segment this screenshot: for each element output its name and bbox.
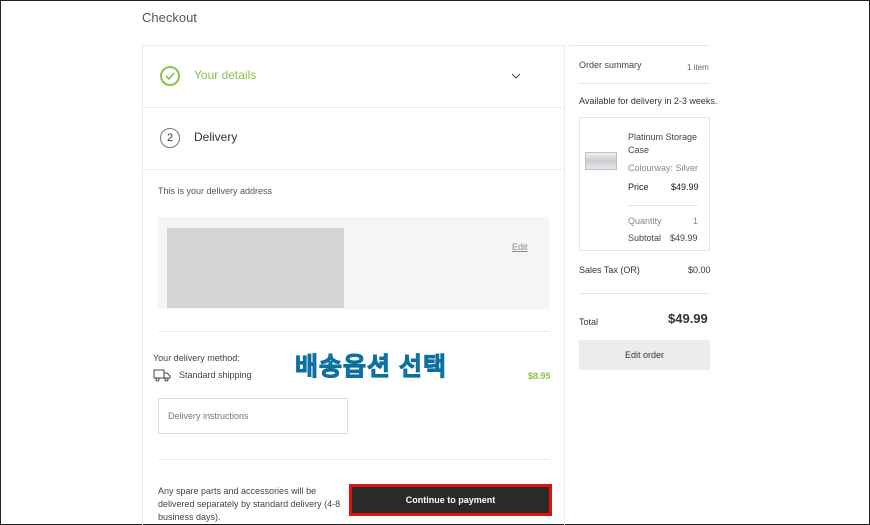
check-icon <box>160 66 180 86</box>
product-image <box>585 152 617 170</box>
item-count: 1 item <box>687 63 709 72</box>
truck-icon <box>153 368 171 382</box>
delivery-method-name: Standard shipping <box>179 370 252 380</box>
divider <box>579 83 710 84</box>
divider <box>579 293 710 294</box>
edit-address-link[interactable]: Edit <box>512 242 528 252</box>
total-label: Total <box>579 317 599 327</box>
subtotal-value: $49.99 <box>670 233 698 243</box>
edit-order-button[interactable]: Edit order <box>579 340 710 370</box>
page-title: Checkout <box>142 10 197 25</box>
product-colourway: Colourway: Silver <box>628 163 699 173</box>
quantity-label: Quantity <box>628 216 662 226</box>
total-value: $49.99 <box>668 311 708 326</box>
spare-parts-note: Any spare parts and accessories will be … <box>158 486 341 522</box>
divider <box>158 459 550 460</box>
divider <box>569 45 710 46</box>
price-value: $49.99 <box>671 182 699 192</box>
chevron-down-icon[interactable] <box>511 68 521 82</box>
sales-tax-value: $0.00 <box>688 265 711 275</box>
delivery-method-price: $8.95 <box>528 371 551 381</box>
quantity-value: 1 <box>693 216 699 226</box>
order-summary-title: Order summary <box>579 60 642 70</box>
address-redacted <box>167 228 344 308</box>
divider <box>143 107 564 108</box>
divider <box>143 169 564 170</box>
address-intro: This is your delivery address <box>158 186 273 196</box>
delivery-instructions-field[interactable] <box>158 398 348 434</box>
step-your-details[interactable]: Your details <box>194 68 256 82</box>
sales-tax-label: Sales Tax (OR) <box>579 265 640 275</box>
annotation-overlay: 배송옵션 선택 <box>295 353 447 382</box>
subtotal-label: Subtotal <box>628 233 662 243</box>
step-number: 2 <box>160 128 180 148</box>
delivery-method-label: Your delivery method: <box>153 353 240 363</box>
availability-text: Available for delivery in 2-3 weeks. <box>579 96 718 106</box>
divider <box>158 331 550 332</box>
highlight-box: Continue to payment <box>349 484 552 516</box>
divider <box>628 205 698 206</box>
continue-to-payment-button[interactable]: Continue to payment <box>352 487 549 513</box>
price-label: Price <box>628 182 649 192</box>
product-name: Platinum Storage Case <box>628 132 698 155</box>
step-delivery: Delivery <box>194 130 238 144</box>
